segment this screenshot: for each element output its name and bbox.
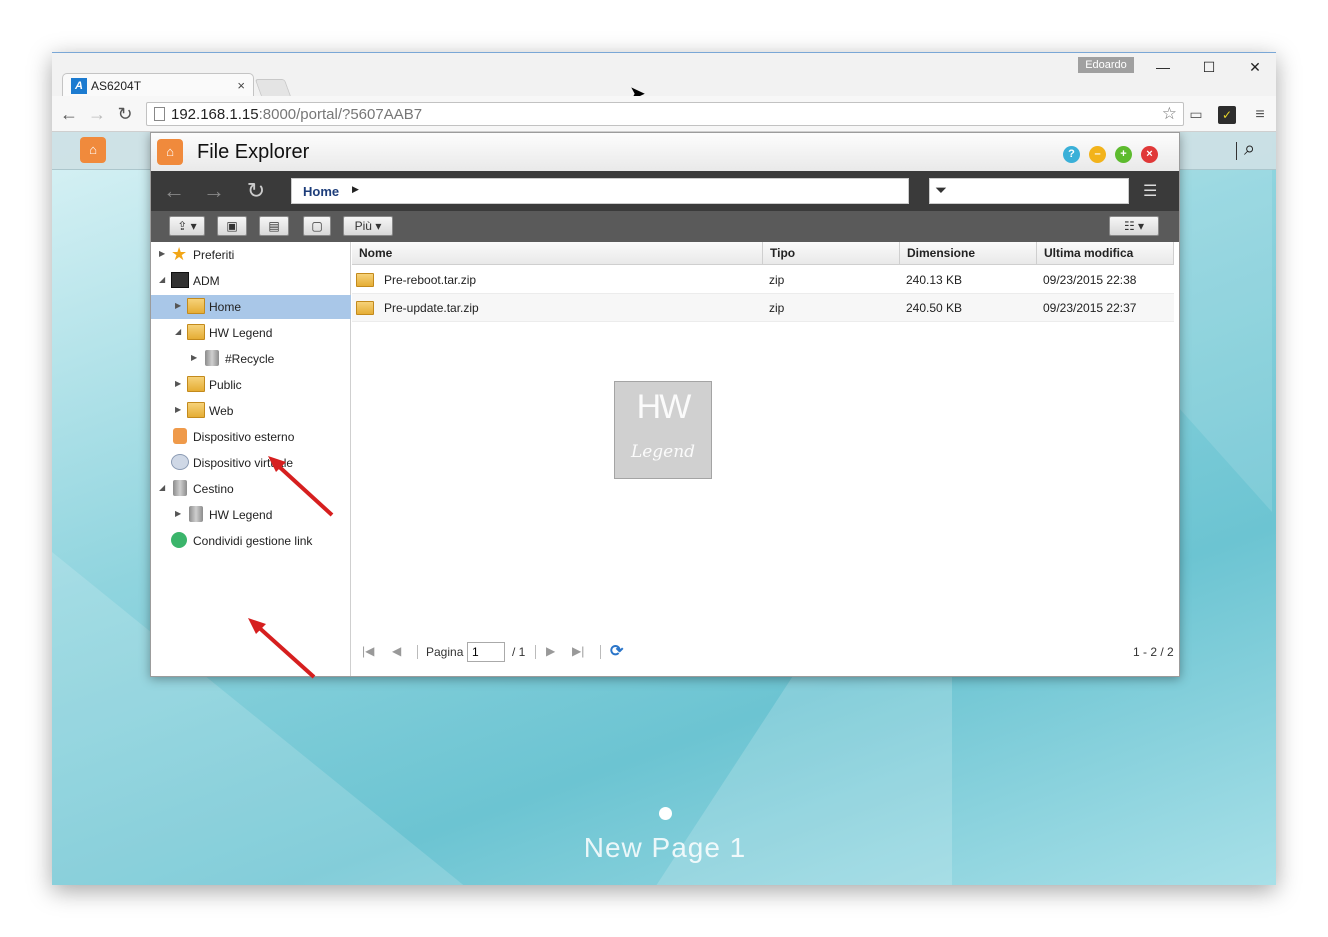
annotation-arrows xyxy=(248,456,334,679)
tab-close-icon[interactable]: × xyxy=(237,78,245,93)
annotation-arrow-hw-legend xyxy=(248,618,316,679)
asustor-favicon-icon: A xyxy=(71,78,87,94)
back-icon[interactable]: ← xyxy=(58,104,80,124)
browser-tab[interactable]: A AS6204T × xyxy=(62,73,254,98)
annotation-arrow-recycle xyxy=(268,456,334,517)
forward-icon[interactable]: → xyxy=(86,104,108,124)
extension-check-icon[interactable]: ✓ xyxy=(1218,106,1236,124)
profile-badge[interactable]: Edoardo xyxy=(1078,57,1134,73)
tab-title: AS6204T xyxy=(91,79,142,93)
menu-icon[interactable]: ≡ xyxy=(1250,106,1270,124)
adm-desktop: ⌂ i 👤 admin ⌕ New Page 1 ⌂ File Explorer… xyxy=(52,132,1276,885)
address-bar[interactable]: 192.168.1.15:8000/portal/?5607AAB7 ☆ xyxy=(146,102,1184,126)
cast-icon[interactable]: ▭ xyxy=(1186,106,1206,124)
maximize-button[interactable]: ☐ xyxy=(1194,59,1224,77)
browser-titlebar: A AS6204T × Edoardo — ☐ ✕ ➤ xyxy=(52,52,1276,105)
minimize-button[interactable]: — xyxy=(1148,59,1178,77)
bookmark-star-icon[interactable]: ☆ xyxy=(1162,104,1177,124)
new-tab-button[interactable] xyxy=(254,79,292,97)
close-button[interactable]: ✕ xyxy=(1240,59,1270,77)
url-text[interactable]: 192.168.1.15:8000/portal/?5607AAB7 xyxy=(171,106,422,123)
reload-icon[interactable]: ↻ xyxy=(114,104,136,124)
browser-window: A AS6204T × Edoardo — ☐ ✕ ➤ ← → ↻ 192.16… xyxy=(52,52,1276,885)
page-icon xyxy=(154,107,165,121)
browser-toolbar: ← → ↻ 192.168.1.15:8000/portal/?5607AAB7… xyxy=(52,96,1276,132)
